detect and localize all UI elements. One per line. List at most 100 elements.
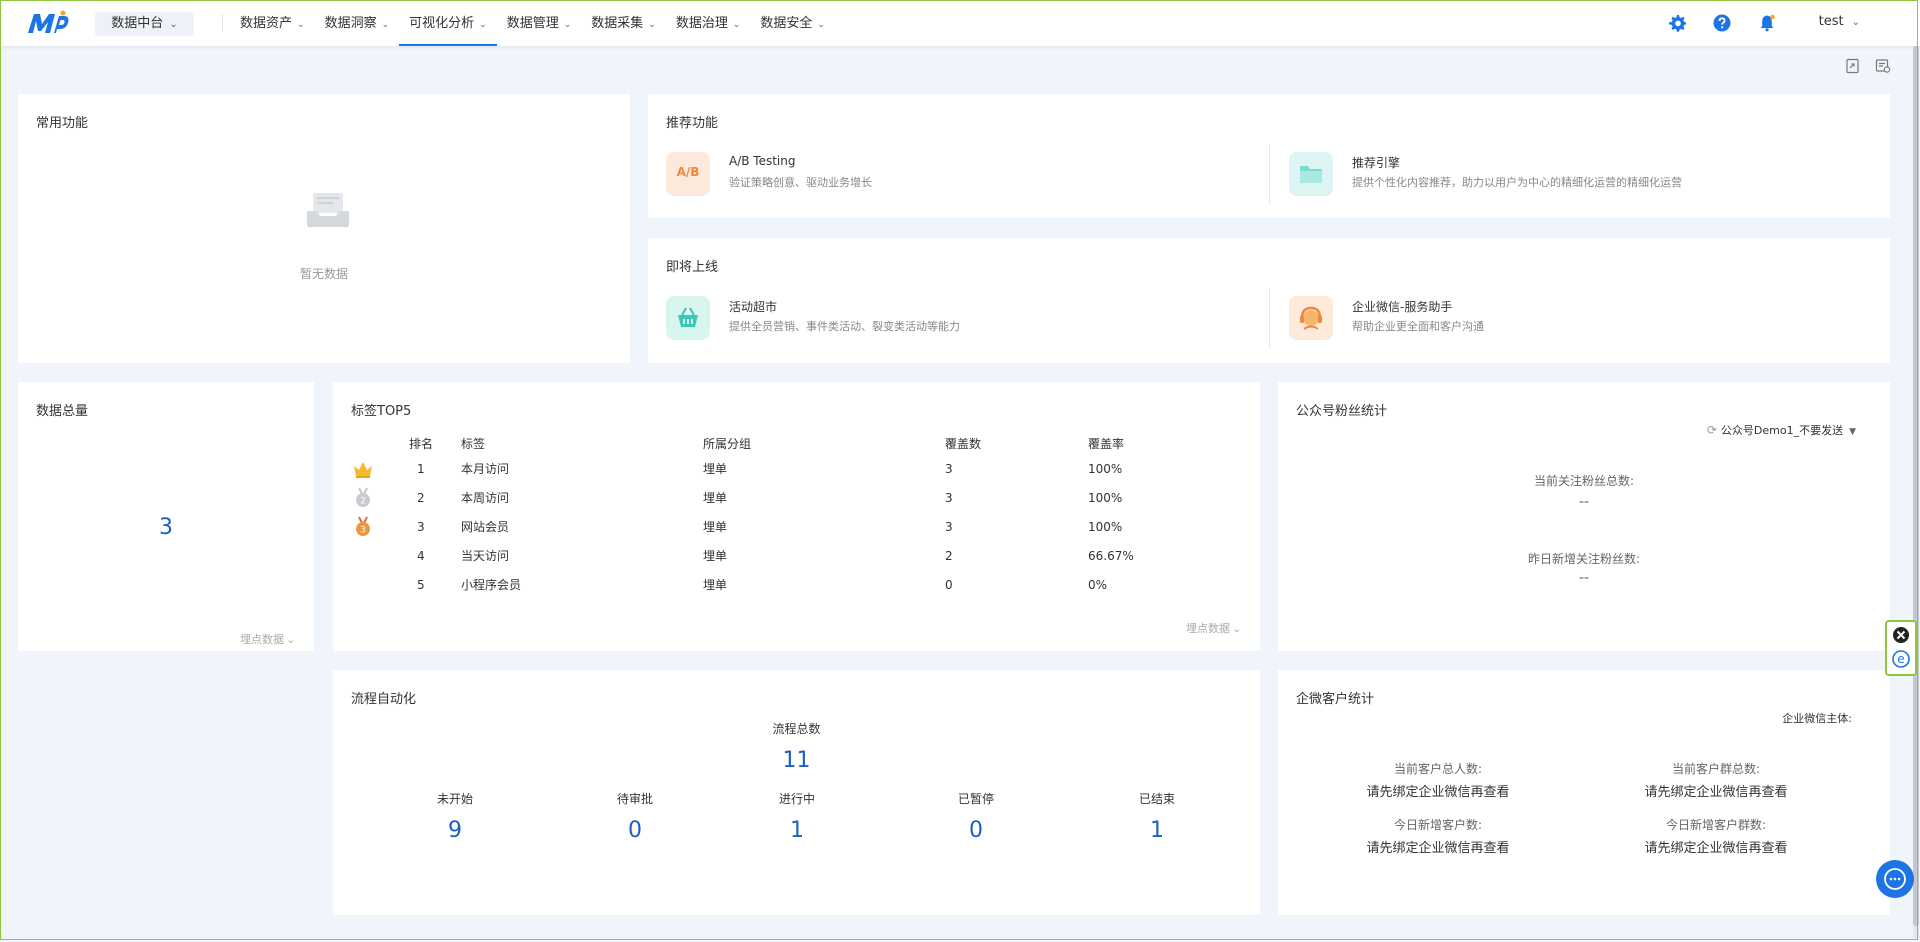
column-header: 所属分组 — [703, 436, 752, 451]
feature-title: 企业微信-服务助手 — [1352, 300, 1453, 314]
chevron-down-icon: ⌄ — [381, 20, 390, 30]
card-title: 标签TOP5 — [351, 404, 412, 419]
workflow-total-value: 11 — [782, 748, 811, 773]
workflow-total-label: 流程总数 — [772, 722, 821, 736]
chevron-down-icon: ⌄ — [1232, 622, 1242, 635]
column-header: 标签 — [461, 436, 486, 451]
nav-item-visual-analysis[interactable]: 可视化分析 ⌄ — [399, 0, 497, 46]
nav-item-data-assets[interactable]: 数据资产 ⌄ — [230, 0, 315, 46]
column-header: 排名 — [409, 436, 434, 451]
feature-ab-testing[interactable]: A/B A/B Testing 验证策略创意、驱动业务增长 — [666, 146, 1246, 206]
table-row[interactable]: 1 本月访问 埋单 3 100% — [351, 454, 1188, 483]
chevron-down-icon: ⌄ — [286, 633, 296, 646]
wechat-fans-card: 公众号粉丝统计 ⟳ 公众号Demo1_不要发送 ▼ 当前关注粉丝总数: -- 昨日新… — [1278, 382, 1890, 651]
nav-item-label: 数据管理 — [506, 16, 559, 31]
chat-button[interactable] — [1876, 860, 1914, 898]
nav-item-label: 数据采集 — [591, 16, 644, 31]
settings-layout-icon[interactable] — [1875, 58, 1891, 74]
platform-switcher[interactable]: 数据中台 ⌄ — [95, 12, 194, 36]
floating-toolbar: e — [1885, 620, 1917, 676]
nav-item-data-collection[interactable]: 数据采集 ⌄ — [581, 0, 666, 46]
crown-icon — [354, 461, 372, 478]
empty-inbox-icon — [307, 193, 349, 227]
card-title: 即将上线 — [666, 260, 719, 275]
card-title: 推荐功能 — [666, 116, 719, 131]
workflow-card: 流程自动化 流程总数 11 未开始 9 待审批 0 进行中 1 已暂停 0 已结… — [333, 670, 1260, 915]
feature-activity-market[interactable]: 活动超市 提供全员营销、事件类活动、裂变类活动等能力 — [666, 290, 1246, 350]
coming-soon-card: 即将上线 活动超市 提供全员营销、事件类活动、裂变类活动等能力 企业微信-服务助… — [648, 238, 1890, 363]
chevron-down-icon: ⌄ — [297, 20, 305, 30]
caret-down-icon: ▼ — [1849, 427, 1856, 437]
stat-running-label: 进行中 — [778, 792, 815, 806]
table-row[interactable]: 2 2 本周访问 埋单 3 100% — [351, 483, 1188, 512]
fans-new-value: -- — [1578, 570, 1590, 586]
tag-top5-table: 排名 标签 所属分组 覆盖数 覆盖率 1 本月访问 埋单 3 100% 2 2 本周访问埋… — [351, 432, 1188, 599]
nav-divider — [222, 14, 223, 32]
more-link[interactable]: 埋点数据 ⌄ — [240, 631, 295, 647]
svg-text:2: 2 — [360, 496, 366, 506]
more-link[interactable]: 埋点数据 ⌄ — [1186, 620, 1241, 636]
card-title: 公众号粉丝统计 — [1296, 404, 1388, 419]
table-row[interactable]: 4 当天访问 埋单 2 66.67% — [351, 541, 1188, 570]
table-row[interactable]: 5 小程序会员 埋单 0 0% — [351, 570, 1188, 599]
bronze-medal-icon: 3 — [356, 516, 370, 536]
svg-text:e: e — [1897, 652, 1904, 666]
nav-item-data-insight[interactable]: 数据洞察 ⌄ — [315, 0, 400, 46]
wecom-customers-card: 企微客户统计 企业微信主体: 当前客户总人数: 请先绑定企业微信再查看 当前客户… — [1278, 670, 1890, 915]
data-total-card: 数据总量 3 埋点数据 ⌄ — [18, 382, 314, 651]
logo[interactable] — [26, 9, 70, 37]
close-icon[interactable] — [1892, 626, 1910, 644]
chevron-down-icon: ⌄ — [648, 20, 656, 30]
feature-title: 推荐引擎 — [1352, 156, 1401, 170]
main-menu: 数据资产 ⌄ 数据洞察 ⌄ 可视化分析 ⌄ 数据管理 ⌄ 数据采集 ⌄ 数据治理 ⌄ 数据安… — [230, 0, 835, 46]
group-total-label: 当前客户群总数: — [1671, 762, 1761, 776]
export-icon[interactable] — [1845, 58, 1861, 74]
wecom-subject-label: 企业微信主体: — [1782, 712, 1852, 725]
feature-title: A/B Testing — [729, 154, 796, 168]
gear-icon[interactable] — [1668, 14, 1686, 32]
recommended-card: 推荐功能 A/B A/B Testing 验证策略创意、驱动业务增长 推荐引擎 … — [648, 94, 1890, 218]
customer-total-label: 当前客户总人数: — [1393, 762, 1483, 776]
stat-pending-value: 0 — [628, 818, 642, 843]
nav-item-label: 数据安全 — [760, 16, 813, 31]
stat-ended-label: 已结束 — [1138, 792, 1175, 806]
group-total-value: 请先绑定企业微信再查看 — [1644, 785, 1788, 800]
refresh-icon: ⟳ — [1706, 423, 1717, 437]
browser-e-icon[interactable]: e — [1892, 650, 1910, 668]
table-header: 排名 标签 所属分组 覆盖数 覆盖率 — [351, 432, 1188, 454]
feature-wecom-assistant[interactable]: 企业微信-服务助手 帮助企业更全面和客户沟通 — [1289, 290, 1869, 350]
divider — [1269, 288, 1270, 348]
chat-icon — [1884, 868, 1906, 890]
account-name: 公众号Demo1_不要发送 — [1720, 424, 1844, 437]
nav-item-data-management[interactable]: 数据管理 ⌄ — [497, 0, 582, 46]
help-icon[interactable] — [1713, 14, 1731, 32]
nav-item-data-security[interactable]: 数据安全 ⌄ — [750, 0, 835, 46]
group-new-value: 请先绑定企业微信再查看 — [1644, 841, 1788, 856]
nav-item-label: 可视化分析 — [409, 16, 475, 31]
feature-recommend-engine[interactable]: 推荐引擎 提供个性化内容推荐，助力以用户为中心的精细化运营的精细化运营 — [1289, 146, 1869, 206]
scrollbar-thumb[interactable] — [1913, 46, 1919, 926]
nav-item-data-governance[interactable]: 数据治理 ⌄ — [666, 0, 751, 46]
divider — [1269, 144, 1270, 204]
stat-running-value: 1 — [790, 818, 804, 843]
bell-icon[interactable] — [1758, 14, 1776, 32]
stat-not-started-label: 未开始 — [436, 792, 473, 806]
feature-desc: 验证策略创意、驱动业务增长 — [729, 176, 872, 189]
account-selector[interactable]: ⟳ 公众号Demo1_不要发送 ▼ — [1707, 422, 1856, 438]
customer-new-value: 请先绑定企业微信再查看 — [1366, 841, 1510, 856]
data-total-value: 3 — [159, 515, 173, 540]
table-row[interactable]: 3 3 网站会员 埋单 3 100% — [351, 512, 1188, 541]
card-title: 流程自动化 — [351, 692, 417, 707]
stat-not-started-value: 9 — [448, 818, 462, 843]
svg-text:3: 3 — [360, 525, 366, 535]
user-menu[interactable]: test ⌄ — [1819, 14, 1860, 29]
folder-icon — [1289, 152, 1333, 196]
stat-paused-value: 0 — [969, 818, 983, 843]
group-new-label: 今日新增客户群数: — [1665, 818, 1767, 832]
chevron-down-icon: ⌄ — [479, 20, 487, 30]
chevron-down-icon: ⌄ — [169, 19, 178, 30]
feature-desc: 提供个性化内容推荐，助力以用户为中心的精细化运营的精细化运营 — [1352, 176, 1682, 189]
column-header: 覆盖数 — [945, 436, 982, 451]
chevron-down-icon: ⌄ — [817, 20, 825, 30]
stat-ended-value: 1 — [1150, 818, 1164, 843]
